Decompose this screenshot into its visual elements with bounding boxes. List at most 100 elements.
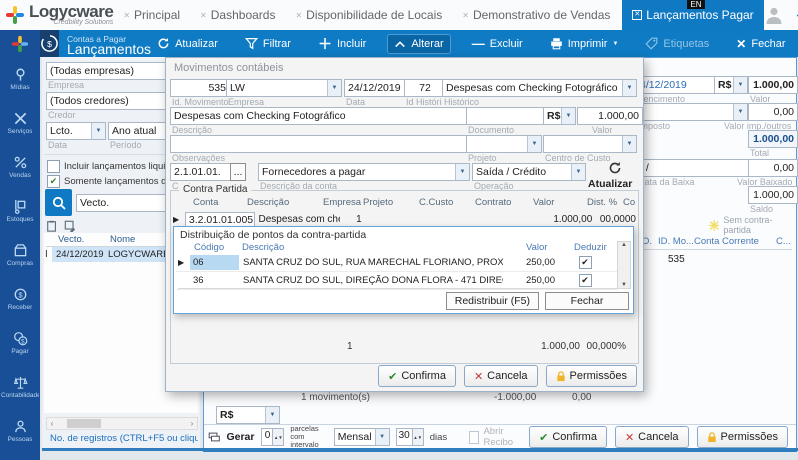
sidebar-item-compras[interactable]: Compras [0, 233, 40, 277]
abrir-recibo-checkbox[interactable]: Abrir Recibo [469, 426, 523, 448]
centro-custo-select[interactable]: ▼ [543, 135, 637, 153]
tab-dashboards[interactable]: ✕ Dashboards [190, 0, 285, 30]
checkbox-box[interactable]: ✔ [47, 175, 60, 188]
tab-close-icon[interactable]: ✕ [200, 11, 207, 20]
stepper-arrows-icon[interactable]: ▲▼ [412, 429, 423, 445]
cancela-button[interactable]: ✕ Cancela [464, 365, 538, 387]
documento-input[interactable] [466, 107, 548, 125]
tab-label: Demonstrativo de Vendas [473, 8, 610, 22]
horizontal-scrollbar[interactable]: ‹ › [46, 417, 198, 430]
button-label: Excluir [490, 38, 523, 50]
confirma-button[interactable]: ✔ Confirma [529, 426, 607, 448]
total-value: 1.000,00 [748, 130, 798, 148]
valor-baixado-input[interactable]: 0,00 [748, 159, 798, 177]
parcelas-stepper[interactable]: 0 ▲▼ [261, 428, 285, 446]
window-controls: ▼ ? ▼ ✕ [764, 5, 798, 25]
sidebar-item-contabilidade[interactable]: Contabilidade [0, 365, 40, 409]
id-historico-input[interactable]: 72 [404, 79, 446, 97]
checkbox-box[interactable] [469, 431, 479, 444]
conta-browse-button[interactable]: ... [230, 163, 246, 181]
sidebar-item-pagar[interactable]: $ Pagar [0, 321, 40, 365]
permissoes-button[interactable]: Permissões [546, 365, 637, 387]
movimento-row-id[interactable]: 535 [668, 254, 685, 265]
tab-lancamentos-pagar[interactable]: EN ✕ Lançamentos Pagar [622, 0, 763, 30]
deduzir-checkbox[interactable]: ✔ [579, 274, 592, 287]
valor-imp-input[interactable]: 0,00 [748, 103, 798, 121]
tab-close-icon[interactable]: ✕ [295, 11, 302, 20]
cancela-button[interactable]: ✕ Cancela [615, 426, 689, 448]
intervalo-select[interactable]: Mensal ▼ [334, 428, 390, 446]
confirma-button[interactable]: ✔ Confirma [378, 365, 456, 387]
id-movimento-input[interactable]: 535 [170, 79, 230, 97]
data-filter-select[interactable]: Lcto. ▼ [46, 122, 106, 140]
scroll-up-icon[interactable]: ▲ [621, 242, 627, 248]
valor-input[interactable]: 1.000,00 [577, 107, 643, 125]
scroll-right-icon[interactable]: › [187, 419, 197, 428]
empresa-select[interactable]: LW ▼ [226, 79, 342, 97]
stepper-arrows-icon[interactable]: ▲▼ [272, 429, 283, 445]
sidebar-item-receber[interactable]: $ Receber [0, 277, 40, 321]
atualizar-contra-button[interactable] [608, 161, 622, 175]
data-input[interactable]: 24/12/2019 [344, 79, 408, 97]
grid-edit-icon[interactable] [64, 220, 76, 232]
descricao-conta-select[interactable]: Fornecedores a pagar ▼ [258, 163, 470, 181]
search-button[interactable] [45, 189, 72, 216]
moeda-footer-select[interactable]: R$ ▼ [216, 406, 280, 424]
sidebar-item-servicos[interactable]: Serviços [0, 101, 40, 145]
tab-close-icon[interactable]: ✕ [462, 11, 469, 20]
tab-close-icon[interactable]: ✕ [123, 11, 130, 20]
labels-button[interactable]: Etiquetas [639, 34, 715, 53]
tab-disponibilidade-de-locais[interactable]: ✕ Disponibilidade de Locais [285, 0, 452, 30]
add-button[interactable]: ＋ Incluir [312, 31, 372, 57]
app-sidebar: Mídias Serviços Vendas Estoques Compras … [0, 30, 40, 460]
sidebar-item-estoques[interactable]: Estoques [0, 189, 40, 233]
user-avatar-icon[interactable] [764, 5, 784, 25]
atualizar-label[interactable]: Atualizar [588, 178, 632, 190]
observacoes-input[interactable] [170, 135, 471, 153]
scroll-thumb[interactable] [67, 419, 101, 428]
vertical-scrollbar[interactable]: ▲ ▼ [617, 241, 631, 289]
chevron-down-icon: ▼ [527, 136, 541, 152]
percent-icon [13, 155, 28, 170]
descricao-input[interactable]: Despesas com Checking Fotográfico [170, 107, 471, 125]
fechar-button[interactable]: Fechar [545, 292, 629, 310]
data-baixa-input[interactable]: / / [636, 159, 754, 177]
operacao-select[interactable]: Saída / Crédito ▼ [472, 163, 586, 181]
total-label: Total [750, 148, 769, 158]
checkbox-box[interactable] [47, 160, 60, 173]
tab-principal[interactable]: ✕ Principal [113, 0, 190, 30]
projeto-select[interactable]: ▼ [466, 135, 542, 153]
distribution-row[interactable]: ▶ 06 SANTA CRUZ DO SUL, RUA MARECHAL FLO… [176, 254, 618, 272]
cell-empresa: 1 [340, 214, 378, 225]
col-deduzir: Deduzir [574, 242, 607, 253]
projeto-label: Projeto [468, 153, 497, 163]
historico-label: Histórico [444, 97, 479, 107]
redistribuir-button[interactable]: Redistribuir (F5) [446, 292, 539, 310]
registros-link[interactable]: No. de registros (CTRL+F5 ou clique ... [46, 433, 198, 444]
print-button[interactable]: Imprimir ▼ [544, 34, 625, 53]
tab-demonstrativo-de-vendas[interactable]: ✕ Demonstrativo de Vendas [452, 0, 620, 30]
conta-input[interactable]: 2.1.01.01. [170, 163, 235, 181]
valor-input[interactable]: 1.000,00 [748, 76, 798, 94]
delete-button[interactable]: — Excluir [466, 33, 529, 54]
moeda-select[interactable]: R$ ▼ [543, 107, 576, 125]
sidebar-item-vendas[interactable]: Vendas [0, 145, 40, 189]
moeda-select[interactable]: R$ ▼ [714, 76, 748, 94]
refresh-button[interactable]: Atualizar [151, 34, 224, 53]
permissoes-button[interactable]: Permissões [697, 426, 788, 448]
close-module-button[interactable]: ✕ Fechar [730, 34, 791, 54]
movimentos-credito: 0,00 [572, 392, 591, 403]
filter-button[interactable]: Filtrar [239, 34, 297, 53]
edit-button[interactable]: Alterar [387, 34, 450, 54]
sidebar-item-pessoas[interactable]: Pessoas [0, 409, 40, 453]
vencimento-input[interactable]: 4/12/2019 [636, 76, 717, 94]
scroll-left-icon[interactable]: ‹ [47, 419, 57, 428]
sidebar-item-midias[interactable]: Mídias [0, 57, 40, 101]
dias-stepper[interactable]: 30 ▲▼ [396, 428, 424, 446]
deduzir-checkbox[interactable]: ✔ [579, 256, 592, 269]
brand-name: Logycware [29, 4, 113, 19]
tab-close-icon[interactable]: ✕ [632, 10, 642, 20]
historico-select[interactable]: Despesas com Checking Fotográfico ▼ [442, 79, 637, 97]
imposto-select[interactable]: ▼ [636, 103, 748, 121]
clipboard-icon[interactable] [46, 220, 58, 232]
